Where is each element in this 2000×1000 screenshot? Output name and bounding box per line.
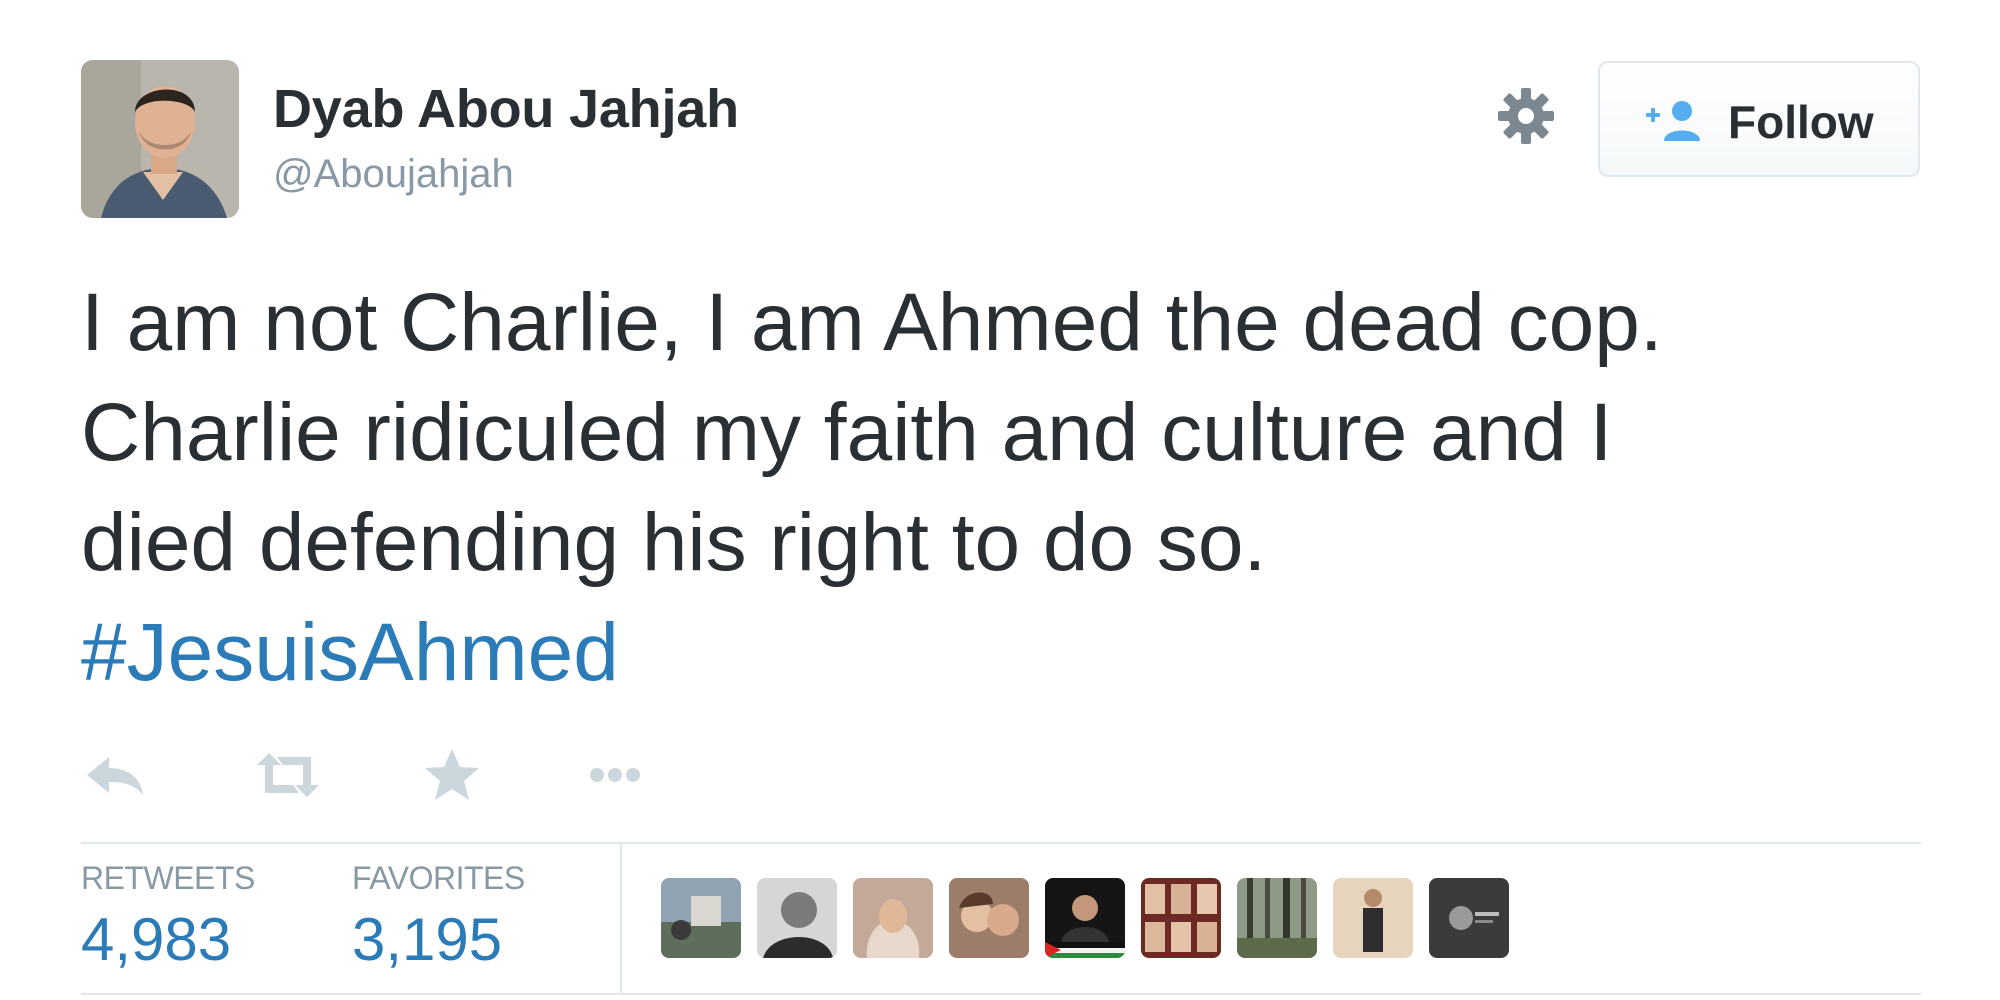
favoriter-avatar[interactable] bbox=[661, 878, 741, 958]
user-handle[interactable]: @Aboujahjah bbox=[273, 152, 514, 197]
retweets-count: 4,983 bbox=[81, 906, 232, 973]
divider bbox=[81, 842, 1921, 844]
hashtag-link[interactable]: #JesuisAhmed bbox=[81, 607, 619, 698]
favorite-star-icon[interactable] bbox=[417, 745, 487, 805]
favorites-label: FAVORITES bbox=[352, 860, 525, 896]
tweet-text-line: Charlie ridiculed my faith and culture a… bbox=[81, 387, 1613, 478]
favorites-stat[interactable]: FAVORITES 3,195 bbox=[352, 860, 525, 974]
retweets-label: RETWEETS bbox=[81, 860, 255, 896]
retweet-icon[interactable] bbox=[253, 745, 323, 805]
add-user-icon bbox=[1644, 99, 1706, 143]
retweets-stat[interactable]: RETWEETS 4,983 bbox=[81, 860, 255, 974]
follow-button[interactable]: Follow bbox=[1598, 61, 1920, 177]
favorites-count: 3,195 bbox=[352, 906, 503, 973]
favoriter-avatar[interactable] bbox=[1045, 878, 1125, 958]
display-name[interactable]: Dyab Abou Jahjah bbox=[273, 78, 739, 140]
favoriter-avatar[interactable] bbox=[949, 878, 1029, 958]
favoriter-avatar[interactable] bbox=[1429, 878, 1509, 958]
gear-icon[interactable] bbox=[1494, 84, 1558, 148]
favoriter-avatar[interactable] bbox=[1333, 878, 1413, 958]
divider bbox=[620, 844, 622, 993]
follow-button-label: Follow bbox=[1728, 96, 1874, 148]
more-dots-icon[interactable] bbox=[581, 745, 651, 805]
favoriter-avatar[interactable] bbox=[853, 878, 933, 958]
avatar-photo bbox=[81, 60, 239, 218]
reply-icon[interactable] bbox=[81, 745, 151, 805]
tweet-card: Dyab Abou Jahjah @Aboujahjah Follow I am… bbox=[0, 0, 2000, 1000]
tweet-text-line: I am not Charlie, I am Ahmed the dead co… bbox=[81, 277, 1663, 368]
divider bbox=[81, 993, 1921, 995]
favoriter-avatar[interactable] bbox=[1237, 878, 1317, 958]
favoriter-avatar[interactable] bbox=[757, 878, 837, 958]
tweet-text: I am not Charlie, I am Ahmed the dead co… bbox=[81, 268, 1951, 708]
tweet-text-line: died defending his right to do so. bbox=[81, 497, 1267, 588]
favoriter-avatar[interactable] bbox=[1141, 878, 1221, 958]
user-avatar[interactable] bbox=[81, 60, 239, 218]
